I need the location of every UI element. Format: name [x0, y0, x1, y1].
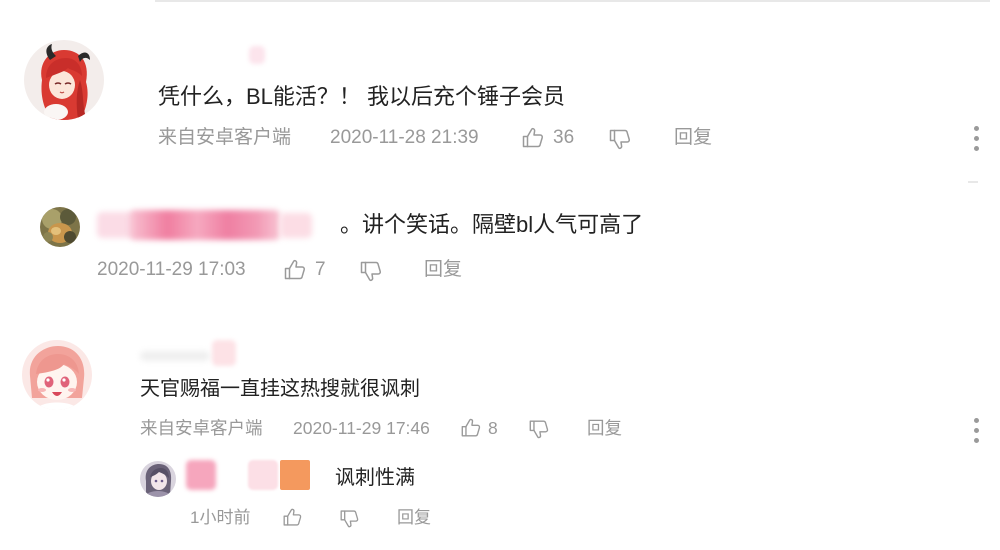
username-redacted-block [280, 213, 312, 238]
divider [968, 181, 978, 183]
username-redacted-block [130, 210, 280, 240]
avatar-image [40, 207, 80, 247]
like-count: 7 [315, 259, 326, 280]
avatar[interactable] [24, 40, 104, 120]
like-count: 8 [488, 418, 498, 438]
comment-text: 凭什么，BL能活？！ 我以后充个锤子会员 [158, 84, 566, 109]
username-redacted[interactable] [186, 460, 216, 490]
reply-text: 讽刺性满 [335, 467, 415, 489]
thumbs-up-icon[interactable] [521, 126, 545, 150]
comment-source: 来自安卓客户端 [140, 418, 263, 438]
reply-button[interactable]: 回复 [587, 419, 622, 437]
avatar[interactable] [140, 461, 176, 497]
avatar-image [24, 40, 104, 120]
reply-button[interactable]: 回复 [397, 509, 431, 527]
thumbs-down-icon[interactable] [608, 127, 632, 151]
thumbs-up-icon[interactable] [460, 417, 482, 439]
avatar-image [140, 461, 176, 497]
username-redacted-block [280, 460, 310, 490]
avatar-image [22, 340, 92, 410]
more-vertical-icon[interactable] [972, 126, 980, 151]
reply-button[interactable]: 回复 [424, 260, 462, 280]
thumbs-down-icon[interactable] [528, 418, 550, 440]
avatar[interactable] [22, 340, 92, 410]
username-redacted-block [212, 340, 236, 366]
reply-time: 1小时前 [190, 508, 251, 527]
reply-button[interactable]: 回复 [674, 128, 712, 148]
comment-time: 2020-11-29 17:46 [293, 418, 430, 438]
username-redacted[interactable] [140, 351, 210, 361]
top-divider [155, 0, 990, 2]
thumbs-up-icon[interactable] [283, 258, 307, 282]
comment-text: 天官赐福一直挂这热搜就很讽刺 [140, 378, 420, 400]
comment-time: 2020-11-29 17:03 [97, 259, 246, 280]
comment-source: 来自安卓客户端 [158, 127, 292, 148]
comment-text: 。讲个笑话。隔壁bl人气可高了 [340, 212, 644, 237]
thumbs-down-icon[interactable] [359, 259, 383, 283]
comment-time: 2020-11-28 21:39 [330, 127, 479, 148]
like-count: 36 [553, 127, 575, 148]
username-redacted-block [248, 460, 278, 490]
avatar[interactable] [40, 207, 80, 247]
username-redacted[interactable] [249, 46, 265, 64]
thumbs-up-icon[interactable] [282, 507, 303, 528]
more-vertical-icon[interactable] [972, 418, 980, 443]
thumbs-down-icon[interactable] [339, 508, 360, 529]
